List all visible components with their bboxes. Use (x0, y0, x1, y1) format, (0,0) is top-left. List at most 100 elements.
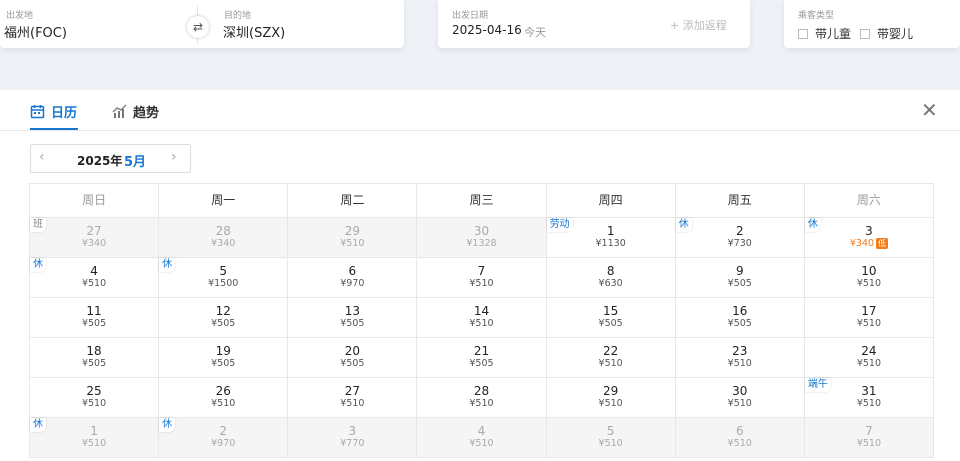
day-price: ¥510 (211, 398, 236, 409)
calendar-day-cell[interactable]: 12 ¥505 (159, 298, 289, 338)
day-price: ¥970 (340, 278, 365, 289)
calendar-day-cell[interactable]: 3 ¥770 (288, 418, 418, 458)
month-label: 5月 (124, 155, 147, 170)
calendar-day-cell[interactable]: 14 ¥510 (417, 298, 547, 338)
calendar-week-row: 25 ¥510 26 ¥510 27 ¥510 28 ¥510 29 ¥510 30 ¥510 端午 31… (30, 378, 934, 418)
day-number: 24 (861, 344, 877, 358)
day-number: 21 (473, 344, 490, 358)
day-number: 4 (90, 264, 98, 278)
calendar-day-cell[interactable]: 17 ¥510 (804, 298, 934, 338)
calendar-day-cell[interactable]: 5 ¥510 (546, 418, 676, 458)
add-return-button[interactable]: + 添加返程 (670, 17, 727, 33)
day-price: ¥505 (727, 318, 752, 329)
calendar-day-cell[interactable]: 25 ¥510 (30, 378, 160, 418)
day-number: 25 (86, 384, 102, 398)
checkbox-box[interactable] (798, 28, 808, 39)
calendar-day-cell[interactable]: 9 ¥505 (675, 258, 805, 298)
day-number: 27 (344, 384, 360, 398)
calendar-day-cell[interactable]: 27 ¥510 (288, 378, 418, 418)
calendar-day-cell[interactable]: 29 ¥510 (546, 378, 676, 418)
day-price: ¥510 (856, 278, 881, 289)
tab-trend[interactable]: 趋势 (112, 102, 159, 121)
calendar-day-cell[interactable]: 7 ¥510 (417, 258, 547, 298)
calendar-day-cell[interactable]: 6 ¥970 (288, 258, 418, 298)
day-price: ¥1328 (466, 238, 497, 249)
calendar-day-cell[interactable]: 劳动 1 ¥1130 (546, 218, 676, 258)
chevron-right-icon[interactable]: › (171, 149, 177, 165)
day-number: 7 (477, 264, 486, 278)
calendar-day-cell[interactable]: 20 ¥505 (288, 338, 418, 378)
year-label: 2025年 (77, 154, 123, 168)
month-navigator: ‹ 2025年 5月 › (30, 144, 191, 173)
calendar-day-cell[interactable]: 休 2 ¥970 (159, 418, 289, 458)
calendar-day-cell[interactable]: 班 27 ¥340 (30, 218, 160, 258)
tab-calendar[interactable]: 日历 (30, 102, 77, 121)
calendar-day-cell[interactable]: 休 4 ¥510 (30, 258, 160, 298)
day-number: 17 (861, 304, 877, 318)
calendar-day-cell[interactable]: 休 5 ¥1500 (159, 258, 289, 298)
day-number: 26 (215, 384, 231, 398)
swap-icon[interactable]: ⇄ (187, 16, 209, 38)
day-number: 14 (473, 304, 490, 318)
chevron-left-icon[interactable]: ‹ (39, 149, 45, 165)
calendar-day-cell[interactable]: 28 ¥340 (159, 218, 289, 258)
child-checkbox[interactable]: 带儿童 (798, 25, 851, 42)
calendar-day-cell[interactable]: 16 ¥505 (675, 298, 805, 338)
weekday-header-cell: 周三 (417, 184, 547, 218)
calendar-day-cell[interactable]: 15 ¥505 (546, 298, 676, 338)
day-price: ¥510 (81, 278, 107, 289)
calendar-day-cell[interactable]: 8 ¥630 (546, 258, 676, 298)
calendar-day-cell[interactable]: 休 2 ¥730 (675, 218, 805, 258)
date-card: 出发日期 2025-04-16 今天 + 添加返程 (438, 0, 750, 48)
day-price: ¥505 (727, 278, 752, 289)
day-price: ¥505 (211, 358, 236, 369)
calendar-day-cell[interactable]: 19 ¥505 (159, 338, 289, 378)
checkbox-box[interactable] (860, 28, 870, 39)
calendar-day-cell[interactable]: 13 ¥505 (288, 298, 418, 338)
day-number: 8 (606, 264, 615, 278)
day-number: 22 (602, 344, 619, 358)
calendar-day-cell[interactable]: 18 ¥505 (30, 338, 160, 378)
day-number: 23 (732, 344, 748, 358)
day-price: ¥505 (81, 358, 107, 369)
calendar-day-cell[interactable]: 6 ¥510 (675, 418, 805, 458)
to-field[interactable]: 深圳(SZX) (223, 22, 285, 41)
day-number: 2 (735, 224, 744, 238)
calendar-day-cell[interactable]: 26 ¥510 (159, 378, 289, 418)
day-price: ¥505 (598, 318, 623, 329)
calendar-day-cell[interactable]: 28 ¥510 (417, 378, 547, 418)
calendar-day-cell[interactable]: 24 ¥510 (804, 338, 934, 378)
calendar-day-cell[interactable]: 21 ¥505 (417, 338, 547, 378)
day-number: 6 (348, 264, 357, 278)
from-field[interactable]: 福州(FOC) (4, 22, 67, 41)
weekday-header-cell: 周日 (30, 184, 160, 218)
to-label: 目的地 (224, 11, 252, 21)
passenger-card: 乘客类型 带儿童 带婴儿 (784, 0, 960, 48)
calendar-day-cell[interactable]: 7 ¥510 (804, 418, 934, 458)
calendar-day-cell[interactable]: 23 ¥510 (675, 338, 805, 378)
day-price: ¥510 (598, 358, 623, 369)
holiday-tag: 休 (675, 218, 692, 232)
close-icon[interactable]: ✕ (921, 100, 938, 120)
calendar-grid: 周日 周一 周二 周三 周四 周五 周六 班 27 ¥340 28 ¥340 29 ¥510 30 ¥132… (29, 183, 934, 458)
date-field[interactable]: 2025-04-16 (452, 23, 522, 37)
calendar-day-cell[interactable]: 22 ¥510 (546, 338, 676, 378)
day-number: 10 (861, 264, 877, 278)
day-number: 7 (865, 424, 873, 438)
infant-checkbox[interactable]: 带婴儿 (860, 25, 913, 42)
calendar-day-cell[interactable]: 休 1 ¥510 (30, 418, 160, 458)
tab-trend-label: 趋势 (133, 106, 160, 121)
calendar-day-cell[interactable]: 30 ¥510 (675, 378, 805, 418)
calendar-day-cell[interactable]: 端午 31 ¥510 (804, 378, 934, 418)
day-price: ¥510 (340, 238, 365, 249)
day-price: ¥510 (469, 398, 494, 409)
calendar-day-cell[interactable]: 4 ¥510 (417, 418, 547, 458)
infant-label: 带婴儿 (877, 27, 914, 41)
day-number: 9 (735, 264, 744, 278)
calendar-day-cell[interactable]: 11 ¥505 (30, 298, 160, 338)
calendar-day-cell[interactable]: 30 ¥1328 (417, 218, 547, 258)
calendar-day-cell[interactable]: 10 ¥510 (804, 258, 934, 298)
calendar-day-cell[interactable]: 29 ¥510 (288, 218, 418, 258)
day-number: 1 (90, 424, 98, 438)
calendar-day-cell[interactable]: 休 3 ¥340 低 (804, 218, 934, 258)
